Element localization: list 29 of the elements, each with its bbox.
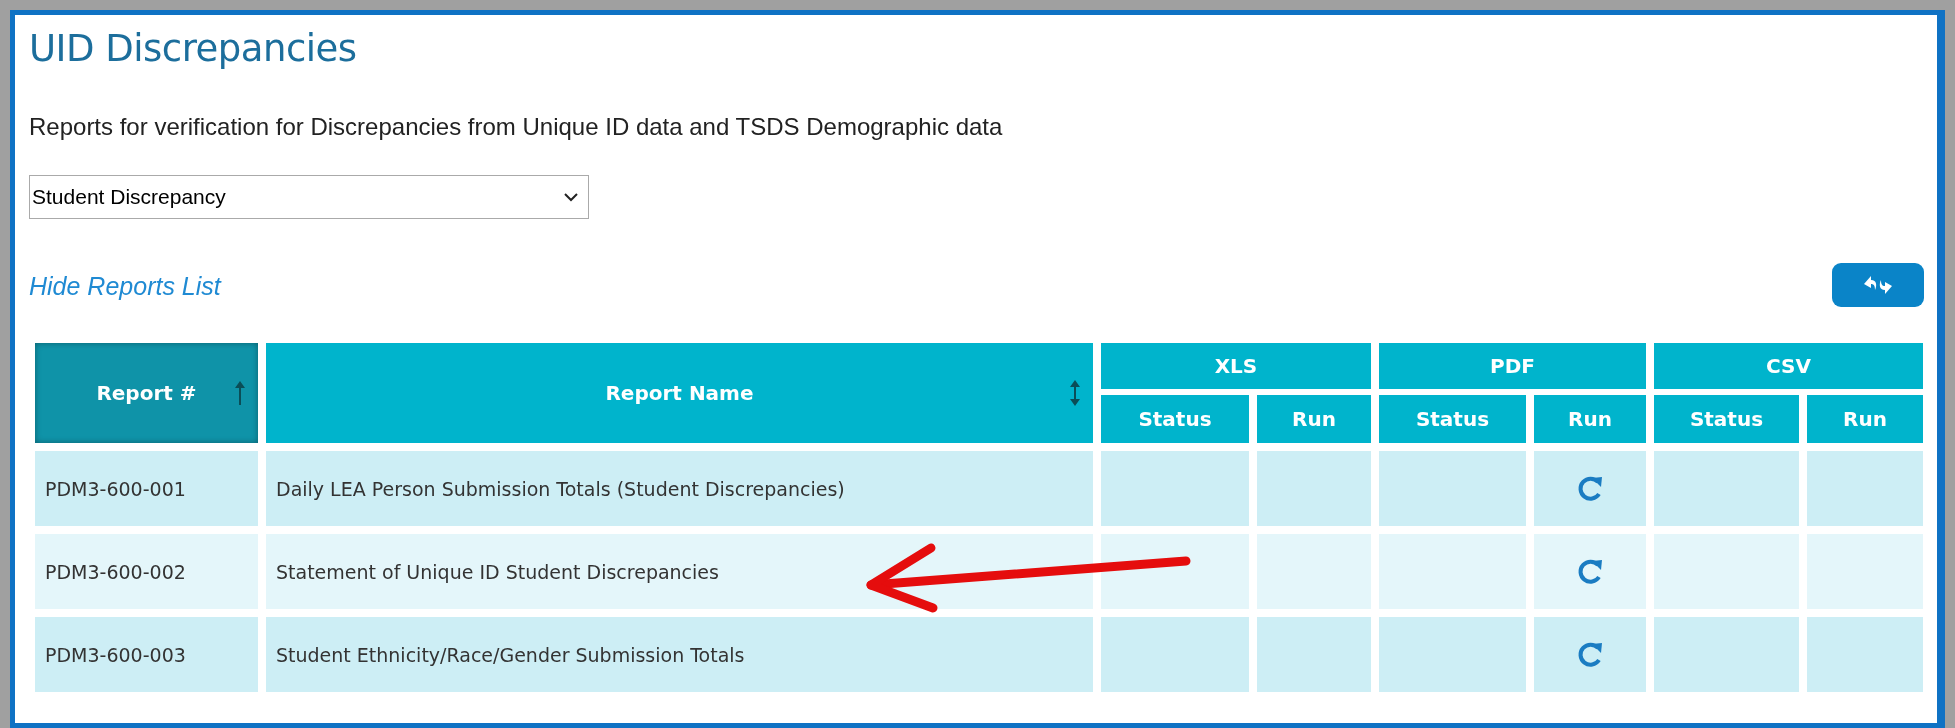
table-cell: PDM3-600-002 bbox=[35, 534, 258, 609]
column-group-header: XLS bbox=[1101, 343, 1371, 389]
table-cell: Statement of Unique ID Student Discrepancies bbox=[266, 534, 1093, 609]
table-cell: Daily LEA Person Submission Totals (Student Discrepancies) bbox=[266, 451, 1093, 526]
column-header: Status bbox=[1101, 395, 1249, 443]
column-header: Run bbox=[1257, 395, 1371, 443]
sort-up-icon bbox=[234, 380, 246, 406]
refresh-icon[interactable] bbox=[1576, 474, 1604, 503]
column-header[interactable]: Report Name bbox=[266, 343, 1093, 443]
swap-arrows-icon bbox=[1861, 274, 1895, 296]
sort-updown-icon bbox=[1069, 379, 1081, 407]
column-header: Run bbox=[1534, 395, 1646, 443]
column-header: Run bbox=[1807, 395, 1923, 443]
hide-reports-link[interactable]: Hide Reports List bbox=[29, 272, 221, 301]
column-header: Status bbox=[1379, 395, 1526, 443]
column-group-header: CSV bbox=[1654, 343, 1923, 389]
column-header[interactable]: Report # bbox=[35, 343, 258, 443]
table-cell: Student Ethnicity/Race/Gender Submission Totals bbox=[266, 617, 1093, 692]
report-type-dropdown[interactable]: Student Discrepancy bbox=[29, 175, 589, 219]
refresh-button[interactable] bbox=[1832, 263, 1924, 307]
description-text: Reports for verification for Discrepancies from Unique ID data and TSDS Demographic data bbox=[29, 113, 1003, 141]
chevron-down-icon bbox=[564, 192, 578, 202]
refresh-icon[interactable] bbox=[1576, 640, 1604, 669]
page-title: UID Discrepancies bbox=[29, 27, 357, 70]
table-cell: PDM3-600-001 bbox=[35, 451, 258, 526]
column-header: Status bbox=[1654, 395, 1799, 443]
column-group-header: PDF bbox=[1379, 343, 1646, 389]
refresh-icon[interactable] bbox=[1576, 557, 1604, 586]
table-cell: PDM3-600-003 bbox=[35, 617, 258, 692]
